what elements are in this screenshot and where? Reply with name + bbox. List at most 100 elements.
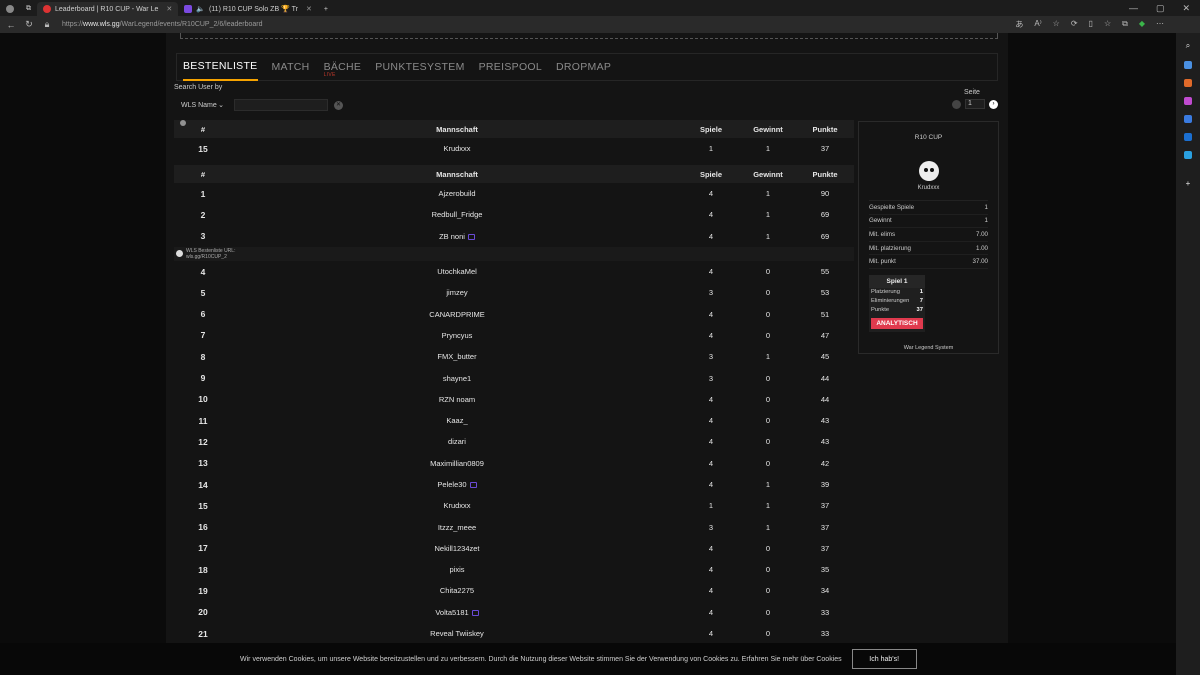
games-icon[interactable] (1184, 97, 1192, 105)
tab-bestenliste[interactable]: BESTENLISTE (183, 53, 258, 81)
table-row[interactable]: 13 Maximillian0809 4 0 42 (174, 452, 854, 474)
browser-tab-actions-icon[interactable]: ⧉ (20, 2, 37, 16)
table-row[interactable]: 10 RZN noam 4 0 44 (174, 388, 854, 410)
tab-baeche[interactable]: BÄCHE LIVE (324, 53, 362, 81)
split-screen-icon[interactable]: ▯ (1089, 19, 1093, 30)
outlook-icon[interactable] (1184, 133, 1192, 141)
new-tab-button[interactable]: + (318, 2, 334, 16)
browser-profile-icon[interactable] (0, 2, 20, 16)
reload-icon[interactable]: ↻ (22, 19, 36, 30)
search-type-select[interactable]: WLS Name ⌄ (174, 99, 228, 111)
browser-tab-twitch[interactable]: 🔈 (11) R10 CUP Solo ZB 🏆 Tr ✕ (178, 2, 318, 16)
prev-page-button[interactable] (952, 99, 961, 109)
search-label: Search User by (174, 84, 223, 91)
back-icon[interactable]: ← (4, 20, 18, 30)
table-row[interactable]: 4 UtochkaMel 4 0 55 (174, 260, 854, 283)
favorite-icon[interactable]: ☆ (1053, 19, 1060, 30)
favorites-icon[interactable]: ☆ (1104, 19, 1111, 30)
tag-icon[interactable] (1184, 61, 1192, 69)
browser-tab-leaderboard[interactable]: Leaderboard | R10 CUP - War Le ✕ (37, 2, 179, 16)
close-window-icon[interactable]: ✕ (1182, 3, 1190, 14)
leaderboard-table: # Mannschaft Spiele Gewinnt Punkte 1 Ajze… (174, 165, 854, 645)
twitch-icon[interactable] (471, 609, 479, 616)
tab-preispool[interactable]: PREISPOOL (479, 53, 542, 81)
search-icon[interactable]: ⌕ (1186, 41, 1190, 51)
clear-search-icon[interactable]: ✕ (334, 100, 343, 110)
tools-icon[interactable] (1184, 79, 1192, 87)
tab-dropmap[interactable]: DROPMAP (556, 53, 611, 81)
close-tab-icon[interactable]: ✕ (306, 5, 312, 13)
extension-icon[interactable]: ◆ (1139, 19, 1145, 30)
tab-match[interactable]: MATCH (272, 53, 310, 81)
analytics-button[interactable]: ANALYTISCH (871, 317, 923, 329)
table-row[interactable]: 9 shayne1 3 0 44 (174, 367, 854, 389)
table-row[interactable]: 2 Redbull_Fridge 4 1 69 (174, 204, 854, 226)
game-stat-row: Eliminierungen 7 (871, 298, 923, 305)
browser-tab-label: (11) R10 CUP Solo ZB 🏆 Tr (208, 6, 298, 13)
avatar (918, 161, 939, 181)
player-name: Krudxxx (917, 185, 940, 191)
tab-punktesystem[interactable]: PUNKTESYSTEM (375, 53, 464, 81)
table-row[interactable]: 20 Volta5181 4 0 33 (174, 601, 854, 623)
url-field[interactable]: https://www.wls.gg/WarLegend/events/R10C… (62, 21, 1015, 28)
mouse-cursor-icon (180, 120, 186, 126)
leaderboard-panel: BESTENLISTE MATCH BÄCHE LIVE PUNKTESYSTEM… (166, 33, 1008, 675)
card-footer: War Legend System (903, 344, 954, 351)
maximize-icon[interactable]: ▢ (1156, 3, 1165, 14)
wls-logo-icon (176, 250, 183, 258)
table-row[interactable]: 8 FMX_butter 3 1 45 (174, 346, 854, 368)
leaderboard-rows: 4 UtochkaMel 4 0 55 5 jimzey 3 0 53 6 CANARDPRIME 4 0… (174, 260, 854, 645)
cookie-accept-button[interactable]: Ich hab's! (851, 649, 917, 669)
table-row[interactable]: 7 Pryncyus 4 0 47 (174, 324, 854, 347)
chevron-down-icon: ⌄ (218, 102, 224, 109)
card-title: R10 CUP (914, 134, 943, 141)
cookie-banner: Wir verwenden Cookies, um unsere Website… (0, 643, 1176, 675)
table-row[interactable]: 14 Pelele30 4 1 39 (174, 473, 854, 496)
table-header: # Mannschaft Spiele Gewinnt Punkte (174, 120, 854, 138)
my-rank-table: # Mannschaft Spiele Gewinnt Punkte 15 Kr… (174, 120, 854, 160)
twitch-icon[interactable] (469, 482, 477, 489)
next-page-button[interactable]: › (989, 99, 998, 109)
stat-row: Mit. elims 7.00 (869, 228, 988, 242)
read-aloud-icon[interactable]: A⁾ (1034, 19, 1041, 30)
table-row[interactable]: 11 Kaaz_ 4 0 43 (174, 409, 854, 432)
table-row[interactable]: 15 Krudxxx 1 1 37 (174, 495, 854, 517)
sponsor-row: WLS Bestenliste URL: wls.gg/R10CUP_2 (174, 246, 854, 261)
table-row[interactable]: 3 ZB noni 4 1 69 (174, 225, 854, 247)
speaker-icon: 🔈 (196, 6, 205, 13)
search-row: WLS Name ⌄ ✕ (174, 99, 343, 111)
table-row[interactable]: 6 CANARDPRIME 4 0 51 (174, 303, 854, 325)
table-row[interactable]: 21 Reveal Twiiskey 4 0 33 (174, 622, 854, 645)
twitch-icon[interactable] (467, 233, 475, 240)
close-tab-icon[interactable]: ✕ (166, 5, 172, 13)
live-badge: LIVE (323, 72, 336, 78)
table-row[interactable]: 12 dizari 4 0 43 (174, 431, 854, 453)
table-row[interactable]: 19 Chita2275 4 0 34 (174, 580, 854, 602)
table-row[interactable]: 18 pixis 4 0 35 (174, 559, 854, 581)
table-row[interactable]: 1 Ajzerobuild 4 1 90 (174, 183, 854, 205)
more-icon[interactable]: ⋯ (1156, 19, 1164, 30)
page: BESTENLISTE MATCH BÄCHE LIVE PUNKTESYSTEM… (0, 33, 1176, 675)
game-summary: Spiel 1 Platzierung 1 Eliminierungen 7 Punkt… (869, 274, 925, 332)
pager: 1 › (952, 99, 998, 109)
table-row[interactable]: 5 jimzey 3 0 53 (174, 282, 854, 304)
translate-icon[interactable]: あ (1015, 19, 1023, 30)
browser-tab-label: Leaderboard | R10 CUP - War Le (55, 5, 159, 13)
stat-row: Gewinnt 1 (869, 215, 988, 229)
copilot-icon[interactable] (1184, 115, 1192, 123)
game-stat-row: Punkte 37 (871, 307, 923, 314)
table-row[interactable]: 15 Krudxxx 1 1 37 (174, 138, 854, 160)
address-bar-row: ← ↻ 🔒︎ https://www.wls.gg/WarLegend/even… (0, 16, 1200, 33)
leaderboard-rows-top: 1 Ajzerobuild 4 1 90 2 Redbull_Fridge 4 1 69 3 ZB n… (174, 183, 854, 247)
page-input[interactable]: 1 (965, 99, 985, 109)
lock-icon[interactable]: 🔒︎ (40, 19, 54, 30)
search-input[interactable] (234, 99, 328, 111)
table-row[interactable]: 16 Itzzz_meee 3 1 37 (174, 516, 854, 538)
minimize-icon[interactable]: — (1129, 3, 1138, 14)
send-icon[interactable] (1184, 151, 1192, 159)
collections-icon[interactable]: ⧉ (1122, 19, 1128, 30)
table-row[interactable]: 17 Nekill1234zet 4 0 37 (174, 537, 854, 560)
player-stats: Gespielte Spiele 1 Gewinnt 1 Mit. elims 7.00 M… (869, 200, 988, 269)
refresh-icon[interactable]: ⟳ (1071, 19, 1078, 30)
add-icon[interactable]: + (1186, 179, 1191, 188)
